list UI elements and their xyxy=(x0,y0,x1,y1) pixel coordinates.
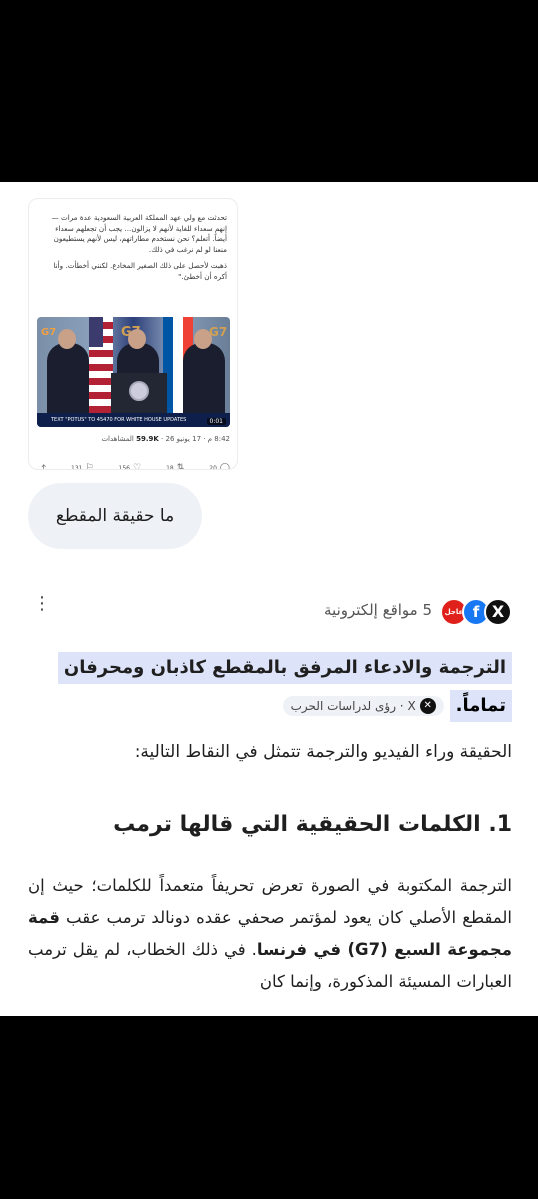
person xyxy=(183,329,225,413)
citation-chip[interactable]: ✕ X · رؤى لدراسات الحرب xyxy=(282,696,444,716)
reply-icon: ◯ xyxy=(219,463,230,470)
tweet-actions: ⤴ 131 ⚐ 156 ♡ 18 ⇅ 20 ◯ xyxy=(37,461,230,470)
video-banner: TEXT "POTUS" TO 45470 FOR WHITE HOUSE UP… xyxy=(37,413,230,427)
claim-text: الترجمة والادعاء المرفق بالمقطع كاذبان و… xyxy=(57,652,512,684)
x-icon: ✕ xyxy=(419,698,436,714)
tweet-text-2: ذهبت لأحصل على ذلك الصغير المخادع. لكنني… xyxy=(53,261,227,281)
share-icon[interactable]: ⤴ xyxy=(37,462,46,470)
us-flag xyxy=(89,317,113,413)
chat-content: تحدثت مع ولي عهد المملكة العربية السعودي… xyxy=(0,182,538,1016)
reply-action[interactable]: 20 ◯ xyxy=(209,463,230,470)
tweet-views-count: 59.9K xyxy=(136,435,159,443)
sources-label[interactable]: 5 مواقع إلكترونية xyxy=(324,601,432,619)
sources-row[interactable]: ⋮ 5 مواقع إلكترونية عاجل f X xyxy=(28,594,512,630)
person xyxy=(47,329,89,413)
presidential-seal-icon xyxy=(129,381,149,401)
video-duration: 0:01 xyxy=(206,418,226,425)
claim-text-end: تماماً. xyxy=(449,690,512,722)
source-icons[interactable]: عاجل f X xyxy=(440,598,512,626)
like-action[interactable]: 156 ♡ xyxy=(119,463,142,470)
section-heading: 1. الكلمات الحقيقية التي قالها ترمب xyxy=(113,812,512,837)
heart-icon: ♡ xyxy=(133,463,142,470)
more-options-icon[interactable]: ⋮ xyxy=(33,595,51,613)
podium xyxy=(111,373,167,417)
tweet-views-label: المشاهدات xyxy=(101,435,134,443)
bookmark-icon: ⚐ xyxy=(85,463,94,470)
x-icon: X xyxy=(484,598,512,626)
repost-icon: ⇅ xyxy=(176,463,185,470)
user-query-bubble: ما حقيقة المقطع xyxy=(28,483,202,549)
intro-text: الحقيقة وراء الفيديو والترجمة تتمثل في ا… xyxy=(134,742,512,762)
claim-block: الترجمة والادعاء المرفق بالمقطع كاذبان و… xyxy=(28,652,512,722)
g7-logo: G7 xyxy=(41,327,57,338)
tweet-meta: 8:42 م · 17 يونيو 26 · 59.9K المشاهدات xyxy=(37,435,230,443)
tweet-time: 8:42 م · 17 يونيو 26 · xyxy=(161,435,230,443)
tweet-screenshot[interactable]: تحدثت مع ولي عهد المملكة العربية السعودي… xyxy=(28,198,238,470)
bookmark-action[interactable]: 131 ⚐ xyxy=(71,463,94,470)
repost-action[interactable]: 18 ⇅ xyxy=(166,463,185,470)
tweet-video[interactable]: G7 G7 G7 TEXT "POTUS" TO 45470 FOR WHITE… xyxy=(37,317,230,427)
tweet-text: تحدثت مع ولي عهد المملكة العربية السعودي… xyxy=(51,213,227,254)
citation-label: X · رؤى لدراسات الحرب xyxy=(290,699,416,713)
answer-paragraph: الترجمة المكتوبة في الصورة تعرض تحريفاً … xyxy=(28,876,513,991)
